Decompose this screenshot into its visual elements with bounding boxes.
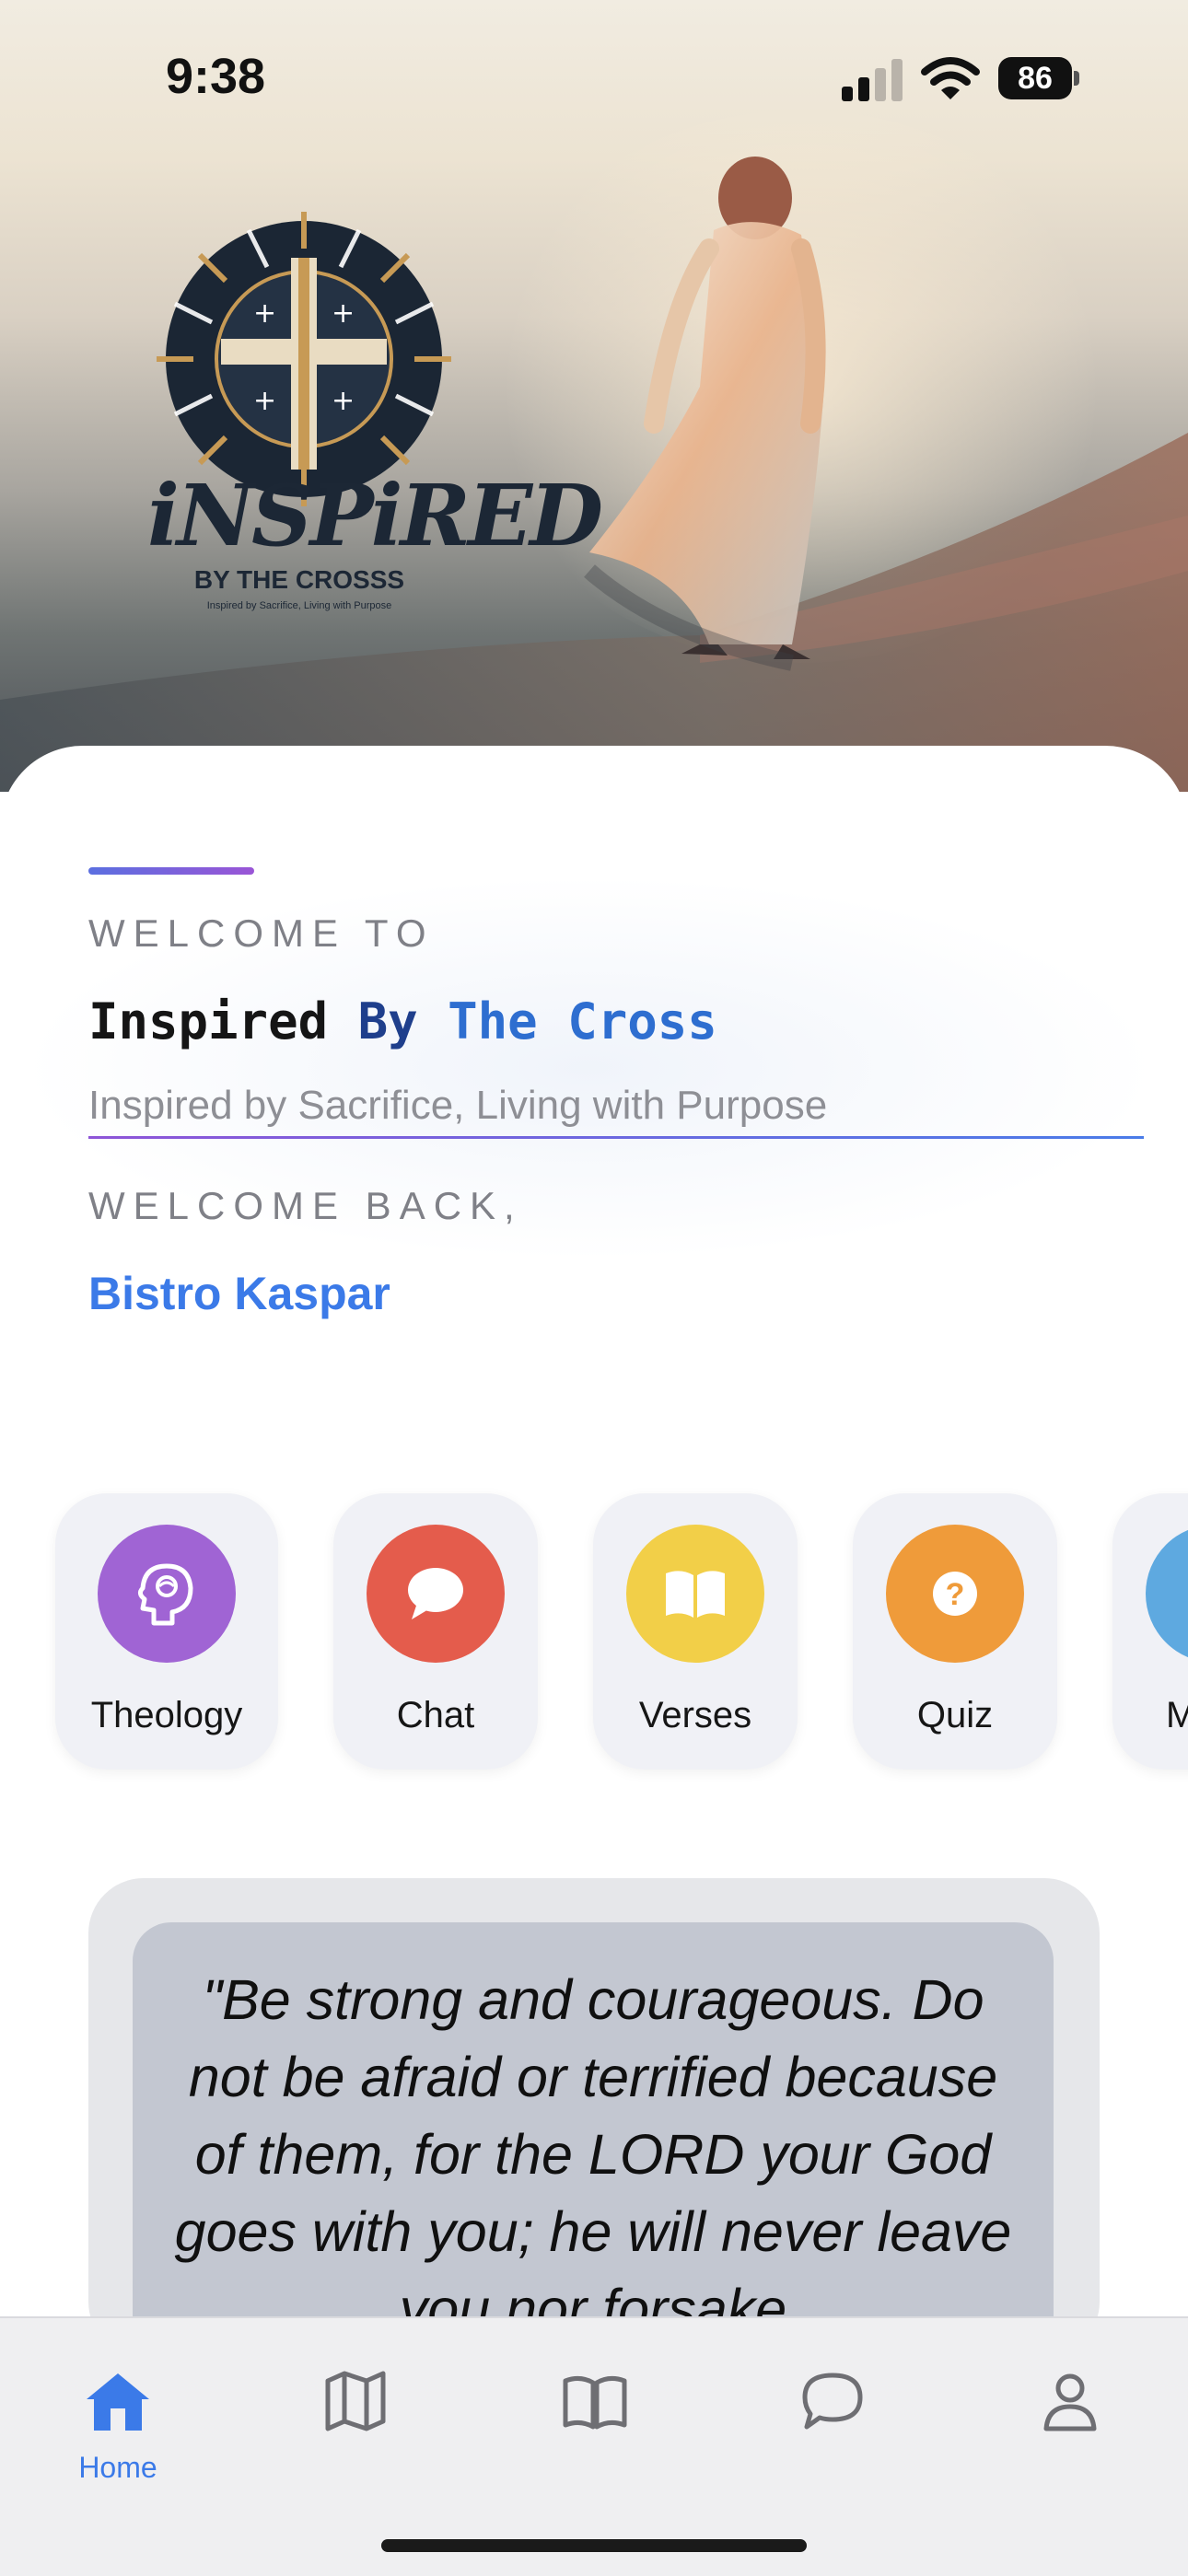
battery-percent: 86	[1018, 61, 1053, 96]
app-tagline: Inspired by Sacrifice, Living with Purpo…	[88, 1083, 828, 1128]
feature-label: Theology	[90, 1695, 243, 1735]
question-icon: ?	[886, 1525, 1024, 1663]
logo-tagline: Inspired by Sacrifice, Living with Purpo…	[206, 600, 392, 611]
feature-row[interactable]: Theology Chat Verses ? Quiz M	[0, 1473, 1188, 1795]
chat-icon	[802, 2373, 863, 2430]
feature-label: Verses	[638, 1695, 752, 1735]
tagline-underline	[88, 1136, 1144, 1139]
svg-text:+: +	[253, 385, 276, 417]
tab-profile[interactable]	[996, 2351, 1144, 2480]
book-icon	[563, 2375, 627, 2430]
profile-icon	[1043, 2373, 1097, 2431]
chat-bubble-icon	[367, 1525, 505, 1663]
feature-quiz[interactable]: ? Quiz	[853, 1493, 1057, 1770]
tab-bar: Home	[0, 2316, 1188, 2576]
logo-wordmark: iNSPiRED BY THE CROSSS Inspired by Sacri…	[147, 466, 603, 611]
svg-text:+: +	[332, 297, 355, 330]
feature-label: Chat	[396, 1695, 475, 1735]
app-title: Inspired By The Cross	[88, 992, 717, 1050]
logo-title: iNSPiRED	[147, 466, 603, 565]
feature-verses[interactable]: Verses	[593, 1493, 798, 1770]
app-title-part1: Inspired	[88, 992, 329, 1050]
verse-card[interactable]: "Be strong and courageous. Do not be afr…	[88, 1878, 1100, 2401]
username: Bistro Kaspar	[88, 1268, 390, 1319]
welcome-to-label: WELCOME TO	[88, 911, 435, 955]
app-title-part3: The Cross	[448, 992, 717, 1050]
book-icon	[626, 1525, 764, 1663]
verse-text: "Be strong and courageous. Do not be afr…	[174, 1968, 1012, 2340]
home-icon	[87, 2373, 149, 2431]
tab-label-home: Home	[78, 2451, 157, 2484]
svg-text:?: ?	[946, 1577, 965, 1612]
cellular-signal-icon	[842, 59, 903, 101]
feature-label: Quiz	[916, 1695, 994, 1735]
map-icon	[325, 2371, 386, 2431]
wifi-icon	[921, 57, 980, 99]
app-title-part2: By	[357, 992, 418, 1050]
feature-more[interactable]: M	[1112, 1493, 1188, 1770]
feature-chat[interactable]: Chat	[333, 1493, 538, 1770]
logo-subtitle: BY THE CROSSS	[193, 565, 405, 594]
feature-theology[interactable]: Theology	[55, 1493, 278, 1770]
status-bar: 9:38 86	[0, 0, 1188, 157]
welcome-back-label: WELCOME BACK,	[88, 1184, 523, 1227]
feature-label: M	[1166, 1695, 1188, 1735]
status-time: 9:38	[166, 49, 266, 104]
tab-bible[interactable]	[521, 2351, 669, 2480]
tab-home[interactable]: Home	[44, 2351, 192, 2484]
battery-indicator: 86	[998, 57, 1081, 99]
brain-icon	[98, 1525, 236, 1663]
home-indicator[interactable]	[381, 2539, 807, 2552]
partial-icon	[1146, 1525, 1188, 1663]
svg-text:+: +	[332, 385, 355, 417]
accent-line	[88, 867, 254, 875]
tab-map[interactable]	[282, 2351, 429, 2480]
tab-chat[interactable]	[759, 2351, 906, 2480]
svg-text:+: +	[253, 297, 276, 330]
